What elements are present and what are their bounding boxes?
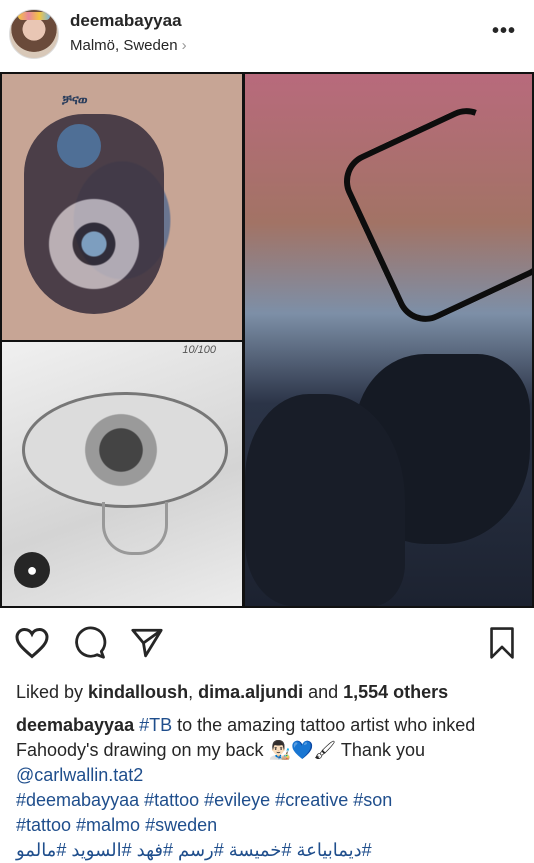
tattooing-image (245, 74, 532, 606)
liker-1[interactable]: kindalloush (88, 682, 188, 702)
post-caption: deemabayyaa #TB to the amazing tattoo ar… (16, 713, 521, 863)
hashtags-arabic[interactable]: #ديمابياعة #خميسة #رسم #فهد #السويد #مال… (16, 840, 372, 860)
more-options-icon[interactable]: ••• (492, 20, 516, 43)
bookmark-icon[interactable] (488, 626, 516, 660)
tear-drawing (102, 502, 168, 555)
sketch-number: 10/100 (182, 344, 216, 356)
eye-sketch-image: 10/100 ● (2, 342, 242, 606)
avatar[interactable] (9, 9, 59, 59)
post-username[interactable]: deemabayyaa (70, 11, 182, 31)
liker-2[interactable]: dima.aljundi (198, 682, 303, 702)
likes-others[interactable]: 1,554 others (343, 682, 448, 702)
caption-emojis: 👨🏻‍🎨💙🖌 (268, 740, 337, 760)
action-bar (0, 612, 534, 674)
eye-drawing (22, 392, 228, 508)
location-label[interactable]: Malmö, Sweden (70, 37, 178, 54)
tattoo-back-image: ቻናወ (2, 74, 242, 340)
paper-plane-icon[interactable] (130, 626, 164, 660)
mention-link[interactable]: @carlwallin.tat2 (16, 765, 143, 785)
tattoo-script: ቻናወ (62, 92, 88, 107)
likes-summary[interactable]: Liked by kindalloush, dima.aljundi and 1… (16, 682, 448, 703)
heart-icon[interactable] (14, 626, 50, 660)
glove-left (245, 394, 405, 606)
likes-and: and (303, 682, 344, 702)
hashtags-line-1[interactable]: #deemabayyaa #tattoo #evileye #creative … (16, 790, 392, 810)
post-header: deemabayyaa Malmö, Sweden › ••• (0, 0, 534, 72)
hashtag-tb[interactable]: #TB (139, 715, 172, 735)
glasses-shape (334, 98, 532, 332)
hashtags-line-2[interactable]: #tattoo #malmo #sweden (16, 815, 217, 835)
moon-tattoo (57, 124, 101, 168)
caption-text-2: Thank you (336, 740, 425, 760)
flower-crown (18, 12, 50, 20)
post-photo-collage[interactable]: ቻናወ 10/100 ● (0, 72, 534, 608)
tagged-people-icon[interactable]: ● (14, 552, 50, 588)
likes-sep: , (188, 682, 199, 702)
post-location[interactable]: Malmö, Sweden › (70, 37, 187, 54)
chevron-right-icon: › (181, 37, 187, 54)
comment-icon[interactable] (73, 626, 107, 660)
likes-prefix: Liked by (16, 682, 89, 702)
caption-author[interactable]: deemabayyaa (16, 715, 134, 735)
